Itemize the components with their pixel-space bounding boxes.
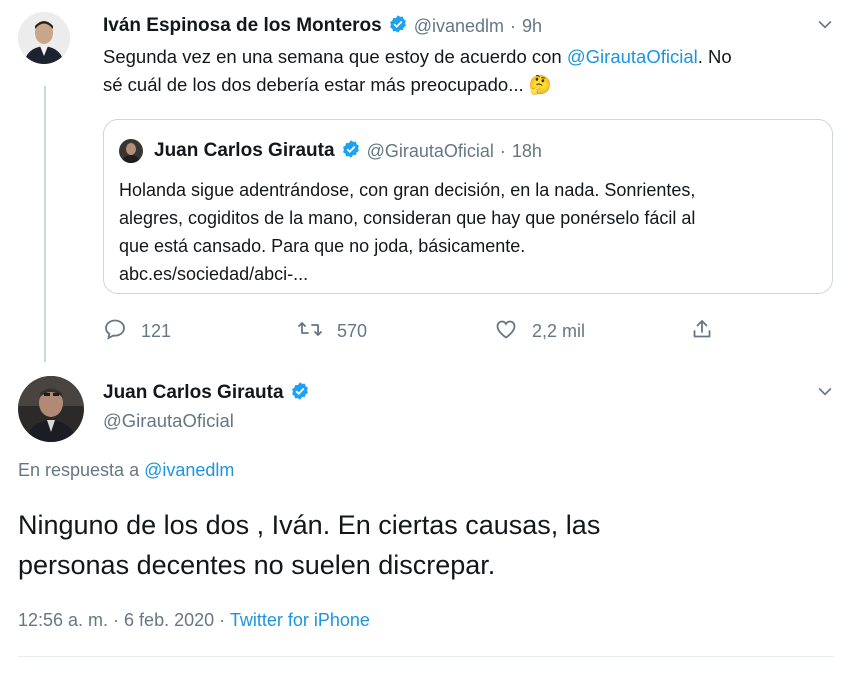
thinking-face-emoji: 🤔 (528, 74, 552, 95)
verified-badge-icon (290, 381, 310, 406)
share-action[interactable] (690, 317, 714, 346)
mention-link[interactable]: @GirautaOficial (567, 46, 698, 67)
verified-badge-icon (388, 14, 408, 39)
reply-count: 121 (141, 321, 172, 341)
quoted-handle: @GirautaOficial (366, 140, 494, 161)
tweet-source-link[interactable]: Twitter for iPhone (230, 610, 370, 630)
quoted-tweet-text: Holanda sigue adentrándose, con gran dec… (119, 176, 824, 288)
quoted-text-line: Holanda sigue adentrándose, con gran dec… (119, 180, 696, 200)
avatar-girauta[interactable] (18, 376, 84, 442)
in-reply-to: En respuesta a @ivanedlm (18, 460, 234, 481)
chevron-down-icon[interactable] (815, 381, 835, 406)
like-count: 2,2 mil (532, 321, 586, 341)
retweet-action[interactable]: 570 (297, 317, 367, 346)
author-name[interactable]: Juan Carlos Girauta (103, 382, 284, 404)
quoted-tweet-card[interactable]: Juan Carlos Girauta @GirautaOficial · 18… (103, 119, 833, 294)
retweet-icon (297, 317, 323, 346)
separator-dot: · (510, 15, 517, 36)
like-action[interactable]: 2,2 mil (494, 317, 585, 346)
separator-dot: · (219, 610, 226, 630)
retweet-count: 570 (337, 321, 368, 341)
separator-dot: · (499, 140, 506, 161)
chevron-down-icon[interactable] (815, 14, 835, 39)
author-handle[interactable]: @ivanedlm (414, 16, 504, 37)
reply-text-line: personas decentes no suelen discrepar. (18, 550, 496, 580)
reply-tweet-header: Juan Carlos Girauta (103, 379, 310, 407)
tweet-time[interactable]: 9h (522, 16, 542, 37)
in-reply-prefix: En respuesta a (18, 460, 145, 480)
quoted-author-name: Juan Carlos Girauta (154, 140, 335, 161)
in-reply-handle-link[interactable]: @ivanedlm (144, 460, 234, 480)
parent-tweet-text: Segunda vez en una semana que estoy de a… (103, 43, 833, 99)
author-name[interactable]: Iván Espinosa de los Monteros (103, 15, 382, 37)
reply-icon (103, 317, 127, 346)
quoted-time: 18h (511, 140, 542, 161)
avatar-ivan[interactable] (18, 12, 70, 64)
reply-text-line: Ninguno de los dos , Iván. En ciertas ca… (18, 510, 601, 540)
quoted-link-text[interactable]: abc.es/sociedad/abci-... (119, 260, 824, 288)
tweet-timestamp[interactable]: 12:56 a. m. · 6 feb. 2020 (18, 610, 214, 630)
share-icon (690, 317, 714, 346)
quoted-avatar (119, 139, 143, 163)
author-handle[interactable]: @GirautaOficial (103, 410, 234, 432)
thread-connector-line (44, 86, 46, 362)
verified-badge-icon (341, 139, 361, 164)
divider (18, 656, 834, 657)
quoted-tweet-header: Juan Carlos Girauta @GirautaOficial · 18… (154, 137, 542, 165)
reply-action[interactable]: 121 (103, 317, 171, 346)
parent-tweet-header: Iván Espinosa de los Monteros @ivanedlm … (103, 12, 542, 40)
quoted-text-line: que está cansado. Para que no joda, bási… (119, 236, 526, 256)
tweet-meta: 12:56 a. m. · 6 feb. 2020 · Twitter for … (18, 610, 370, 631)
tweet-text-part: sé cuál de los dos debería estar más pre… (103, 74, 529, 95)
like-icon (494, 317, 518, 346)
reply-tweet-text: Ninguno de los dos , Iván. En ciertas ca… (18, 505, 600, 585)
tweet-text-part: . No (697, 46, 732, 67)
quoted-text-line: alegres, cogiditos de la mano, considera… (119, 208, 696, 228)
tweet-text-part: Segunda vez en una semana que estoy de a… (103, 46, 567, 67)
